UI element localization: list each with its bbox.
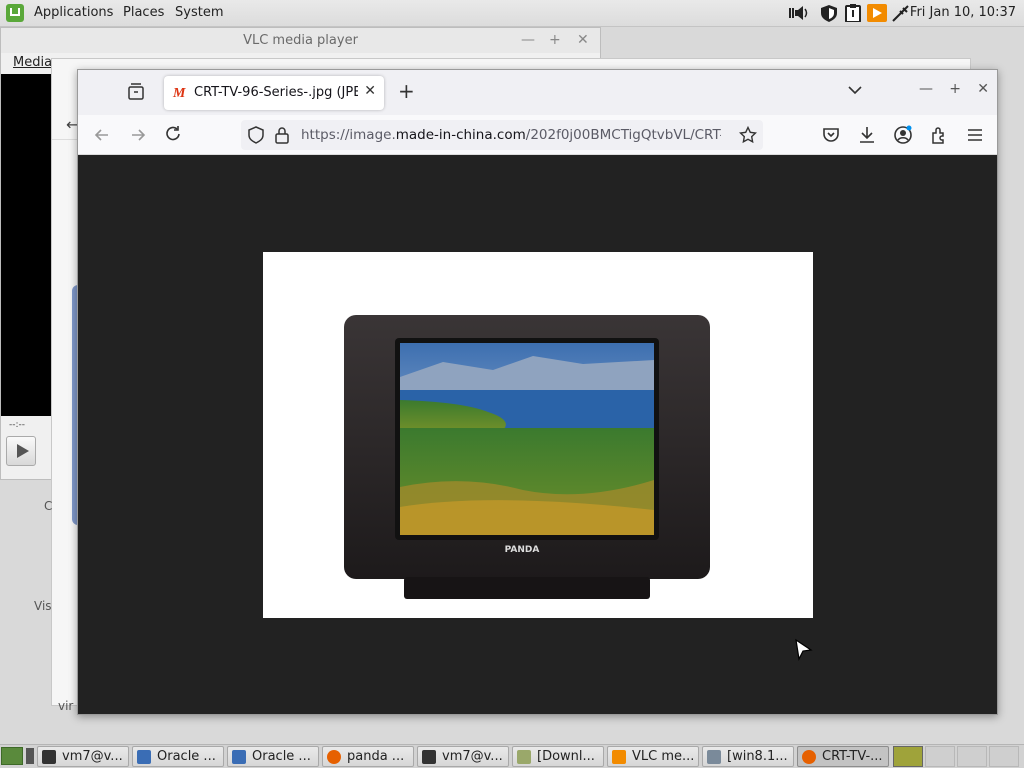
vlc-video-area (1, 74, 53, 416)
system-menu[interactable]: System (175, 5, 223, 20)
tab-close-button[interactable]: ✕ (364, 83, 376, 99)
vlc-minimize-button[interactable]: — (521, 32, 535, 48)
vlc-close-button[interactable]: ✕ (577, 32, 589, 48)
taskbar-item-label: vm7@v... (62, 749, 123, 764)
lock-icon[interactable] (274, 126, 290, 144)
taskbar-item-oracle[interactable]: Oracle ... (132, 746, 224, 767)
terminal-icon (42, 750, 56, 764)
vlc-maximize-button[interactable]: + (549, 32, 561, 48)
tab-title: CRT-TV-96-Series-.jpg (JPEG Image, 550 ×… (194, 85, 358, 100)
workspace-3[interactable] (957, 746, 987, 767)
background-text-fragment: vir (58, 699, 74, 713)
taskbar-item-terminal[interactable]: vm7@v... (417, 746, 509, 767)
url-text[interactable]: https://image.made-in-china.com/202f0j00… (301, 127, 721, 143)
made-in-china-favicon-icon: M (173, 86, 186, 101)
vlc-media-menu[interactable]: Media (13, 55, 52, 70)
panda-brand-label: PANDA (505, 545, 540, 555)
volume-icon[interactable] (789, 4, 809, 22)
background-text-fragment: C (44, 499, 53, 513)
clock[interactable]: Fri Jan 10, 10:37 (910, 5, 1016, 20)
url-bar[interactable]: https://image.made-in-china.com/202f0j00… (241, 120, 763, 150)
vlc-icon (612, 750, 626, 764)
tracking-protection-shield-icon[interactable] (247, 126, 265, 144)
applications-menu[interactable]: Applications (34, 5, 113, 20)
clipboard-icon[interactable] (843, 4, 863, 22)
workspace-4[interactable] (989, 746, 1019, 767)
close-window-button[interactable]: ✕ (977, 81, 989, 97)
extensions-icon[interactable] (929, 125, 949, 145)
taskbar-item-label: [Downl... (537, 749, 595, 764)
mouse-cursor-icon (795, 638, 813, 661)
forward-button[interactable] (128, 125, 148, 145)
taskbar-item-downloads[interactable]: [Downl... (512, 746, 604, 767)
taskbar: vm7@v... Oracle ... Oracle ... panda ...… (0, 744, 1024, 768)
vlc-titlebar: VLC media player — + ✕ (1, 28, 600, 53)
taskbar-item-firefox-crt[interactable]: CRT-TV-... (797, 746, 889, 767)
vlc-window-title: VLC media player (243, 33, 358, 48)
downloads-icon[interactable] (857, 125, 877, 145)
places-menu[interactable]: Places (123, 5, 164, 20)
tab-active[interactable]: M CRT-TV-96-Series-.jpg (JPEG Image, 550… (164, 76, 384, 110)
new-tab-button[interactable]: + (398, 79, 415, 103)
taskbar-item-label: panda ... (347, 749, 405, 764)
workspace-1[interactable] (893, 746, 923, 767)
firefox-window: M CRT-TV-96-Series-.jpg (JPEG Image, 550… (77, 69, 998, 715)
terminal-icon (422, 750, 436, 764)
list-all-tabs-icon[interactable] (126, 82, 146, 102)
background-text-fragment: Vis (34, 599, 52, 613)
url-domain: made-in-china.com (395, 127, 526, 143)
taskbar-item-label: CRT-TV-... (822, 749, 883, 764)
app-menu-icon[interactable] (965, 125, 985, 145)
terminal-launcher-icon[interactable] (26, 748, 34, 764)
taskbar-item-label: VLC me... (632, 749, 695, 764)
maximize-button[interactable]: + (949, 81, 961, 97)
folder-icon (517, 750, 531, 764)
image-viewer-icon (707, 750, 721, 764)
account-icon[interactable] (893, 125, 913, 145)
show-desktop-icon[interactable] (1, 747, 23, 765)
taskbar-item-terminal[interactable]: vm7@v... (37, 746, 129, 767)
minimize-button[interactable]: — (919, 81, 933, 97)
pocket-icon[interactable] (821, 125, 841, 145)
taskbar-item-image-viewer[interactable]: [win8.1... (702, 746, 794, 767)
taskbar-item-oracle[interactable]: Oracle ... (227, 746, 319, 767)
url-path: /202f0j00BMCTigQtvbVL/CRT-TV-96-Series-.… (525, 127, 721, 143)
firefox-icon (327, 750, 341, 764)
taskbar-item-label: Oracle ... (252, 749, 311, 764)
taskbar-item-vlc[interactable]: VLC me... (607, 746, 699, 767)
vlc-tray-icon[interactable] (867, 4, 887, 22)
workspace-2[interactable] (925, 746, 955, 767)
reload-button[interactable] (164, 125, 184, 145)
vlc-play-button[interactable] (6, 436, 36, 466)
firefox-icon (802, 750, 816, 764)
virtualbox-icon (137, 750, 151, 764)
shield-icon[interactable] (819, 4, 839, 22)
tab-bar: M CRT-TV-96-Series-.jpg (JPEG Image, 550… (78, 70, 997, 115)
top-panel: Applications Places System Fri Jan 10, 1… (0, 0, 1024, 27)
taskbar-item-label: vm7@v... (442, 749, 503, 764)
network-icon[interactable] (891, 4, 911, 22)
mint-menu-icon[interactable] (6, 4, 24, 22)
crt-tv-picture: PANDA (344, 315, 710, 599)
taskbar-item-label: [win8.1... (727, 749, 788, 764)
bookmark-star-icon[interactable] (739, 126, 757, 144)
virtualbox-icon (232, 750, 246, 764)
navigation-toolbar: https://image.made-in-china.com/202f0j00… (78, 115, 997, 155)
vlc-time-display: --:-- (9, 420, 26, 430)
taskbar-item-firefox-panda[interactable]: panda ... (322, 746, 414, 767)
crt-tv-image[interactable]: PANDA (263, 252, 813, 618)
taskbar-item-label: Oracle ... (157, 749, 216, 764)
url-prefix: https://image. (301, 127, 396, 143)
back-button[interactable] (92, 125, 112, 145)
chevron-down-icon[interactable] (847, 82, 863, 98)
page-content: PANDA (78, 155, 997, 714)
